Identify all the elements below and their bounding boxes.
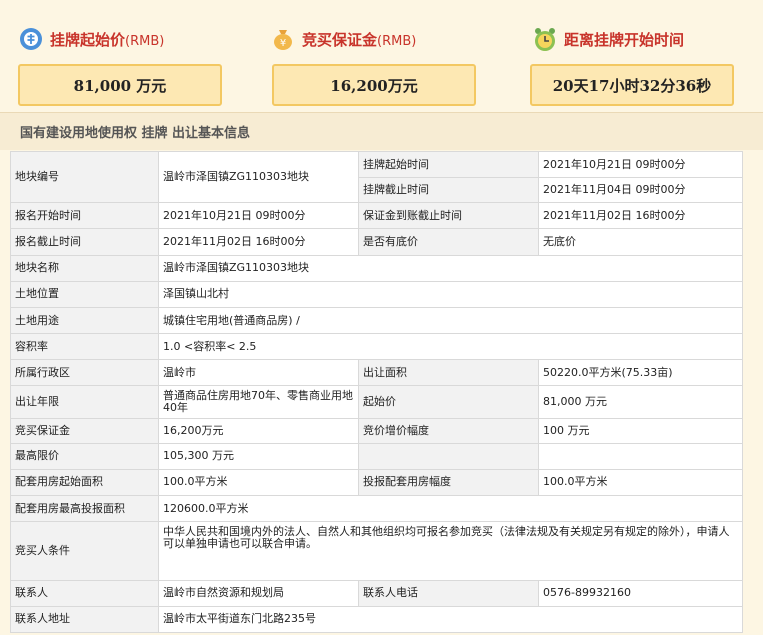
table-row: 所属行政区 温岭市 出让面积 50220.0平方米(75.33亩) (10, 359, 743, 387)
district-value: 温岭市 (158, 359, 359, 387)
summary-panel: 挂牌起始价(RMB) 81,000 万元 ¥ 竞买保证金(RMB) 16,200… (0, 0, 763, 112)
contact-label: 联系人 (10, 579, 159, 607)
table-row: 竞买人条件 中华人民共和国境内外的法人、自然人和其他组织均可报名参加竞买（法律法… (10, 521, 743, 581)
listing-start-value: 2021年10月21日 09时00分 (538, 150, 743, 179)
reg-start-value: 2021年10月21日 09时00分 (158, 202, 359, 230)
start-price-value: 81,000 万元 (18, 64, 222, 106)
max-price-value: 105,300 万元 (158, 442, 359, 470)
reserve-label: 是否有底价 (358, 228, 539, 256)
housing-increment-value: 100.0平方米 (538, 468, 743, 497)
alarm-clock-icon (535, 28, 555, 51)
start-price-card: 挂牌起始价(RMB) (18, 22, 248, 56)
deposit-deadline-label: 保证金到账截止时间 (358, 202, 539, 230)
bidder-conditions-value: 中华人民共和国境内外的法人、自然人和其他组织均可报名参加竞买（法律法规及有关规定… (158, 521, 743, 581)
housing-max-value: 120600.0平方米 (158, 495, 743, 523)
countdown-card: 距离挂牌开始时间 (532, 22, 762, 56)
table-row: 报名截止时间 2021年11月02日 16时00分 是否有底价 无底价 (10, 228, 743, 256)
deposit-card: ¥ 竞买保证金(RMB) (270, 22, 500, 56)
table-row: 出让年限 普通商品住房用地70年、零售商业用地40年 起始价 81,000 万元 (10, 385, 743, 419)
term-label: 出让年限 (10, 385, 159, 419)
parcel-no-label: 地块编号 (10, 150, 159, 204)
increment-value: 100 万元 (538, 417, 743, 444)
deposit-value: 16,200万元 (272, 64, 476, 106)
max-price-label: 最高限价 (10, 442, 159, 470)
listing-start-label: 挂牌起始时间 (358, 150, 539, 179)
increment-label: 竞价增价幅度 (358, 417, 539, 444)
housing-max-label: 配套用房最高投报面积 (10, 495, 159, 523)
table-row: 土地用途 城镇住宅用地(普通商品房) / (10, 306, 743, 335)
address-label: 联系人地址 (10, 605, 159, 634)
money-bag-icon: ¥ (274, 30, 292, 50)
table-row: 地块编号 温岭市泽国镇ZG110303地块 挂牌起始时间 2021年10月21日… (10, 150, 743, 204)
table-row: 报名开始时间 2021年10月21日 09时00分 保证金到账截止时间 2021… (10, 202, 743, 230)
listing-end-label: 挂牌截止时间 (358, 177, 539, 204)
area-label: 出让面积 (358, 359, 539, 387)
land-use-label: 土地用途 (10, 306, 159, 335)
location-label: 土地位置 (10, 280, 159, 308)
area-value: 50220.0平方米(75.33亩) (538, 359, 743, 387)
phone-label: 联系人电话 (358, 579, 539, 607)
table-row: 地块名称 温岭市泽国镇ZG110303地块 (10, 254, 743, 282)
housing-start-label: 配套用房起始面积 (10, 468, 159, 497)
deposit-deadline-value: 2021年11月02日 16时00分 (538, 202, 743, 230)
reg-end-label: 报名截止时间 (10, 228, 159, 256)
deposit-row-label: 竞买保证金 (10, 417, 159, 444)
table-row: 联系人 温岭市自然资源和规划局 联系人电话 0576-89932160 (10, 579, 743, 607)
table-row: 土地位置 泽国镇山北村 (10, 280, 743, 308)
bidder-conditions-label: 竞买人条件 (10, 521, 159, 581)
land-info-table: 地块编号 温岭市泽国镇ZG110303地块 挂牌起始时间 2021年10月21日… (10, 150, 743, 634)
reg-start-label: 报名开始时间 (10, 202, 159, 230)
table-row: 最高限价 105,300 万元 (10, 442, 743, 470)
land-use-value: 城镇住宅用地(普通商品房) / (158, 306, 743, 335)
listing-end-value: 2021年11月04日 09时00分 (538, 177, 743, 204)
location-value: 泽国镇山北村 (158, 280, 743, 308)
reserve-value: 无底价 (538, 228, 743, 256)
parcel-name-label: 地块名称 (10, 254, 159, 282)
housing-start-value: 100.0平方米 (158, 468, 359, 497)
far-label: 容积率 (10, 333, 159, 361)
countdown-label: 距离挂牌开始时间 (564, 30, 685, 49)
price-tag-icon (20, 28, 42, 50)
start-price-row-label: 起始价 (358, 385, 539, 419)
svg-text:¥: ¥ (280, 38, 286, 49)
housing-increment-label: 投报配套用房幅度 (358, 468, 539, 497)
table-row: 竞买保证金 16,200万元 竞价增价幅度 100 万元 (10, 417, 743, 444)
district-label: 所属行政区 (10, 359, 159, 387)
parcel-no-value: 温岭市泽国镇ZG110303地块 (158, 150, 359, 204)
contact-value: 温岭市自然资源和规划局 (158, 579, 359, 607)
empty-label-cell (358, 442, 539, 470)
phone-value: 0576-89932160 (538, 579, 743, 607)
deposit-row-value: 16,200万元 (158, 417, 359, 444)
table-row: 配套用房最高投报面积 120600.0平方米 (10, 495, 743, 523)
table-row: 容积率 1.0 <容积率< 2.5 (10, 333, 743, 361)
reg-end-value: 2021年11月02日 16时00分 (158, 228, 359, 256)
start-price-row-value: 81,000 万元 (538, 385, 743, 419)
countdown-value: 20天17小时32分36秒 (530, 64, 734, 106)
section-title: 国有建设用地使用权 挂牌 出让基本信息 (0, 112, 763, 150)
table-row: 配套用房起始面积 100.0平方米 投报配套用房幅度 100.0平方米 (10, 468, 743, 497)
table-row: 联系人地址 温岭市太平街道东门北路235号 (10, 605, 743, 634)
term-value: 普通商品住房用地70年、零售商业用地40年 (158, 385, 359, 419)
deposit-label: 竞买保证金(RMB) (302, 30, 417, 49)
address-value: 温岭市太平街道东门北路235号 (158, 605, 743, 634)
parcel-name-value: 温岭市泽国镇ZG110303地块 (158, 254, 743, 282)
start-price-label: 挂牌起始价(RMB) (50, 30, 165, 49)
empty-value-cell (538, 442, 743, 470)
far-value: 1.0 <容积率< 2.5 (158, 333, 743, 361)
